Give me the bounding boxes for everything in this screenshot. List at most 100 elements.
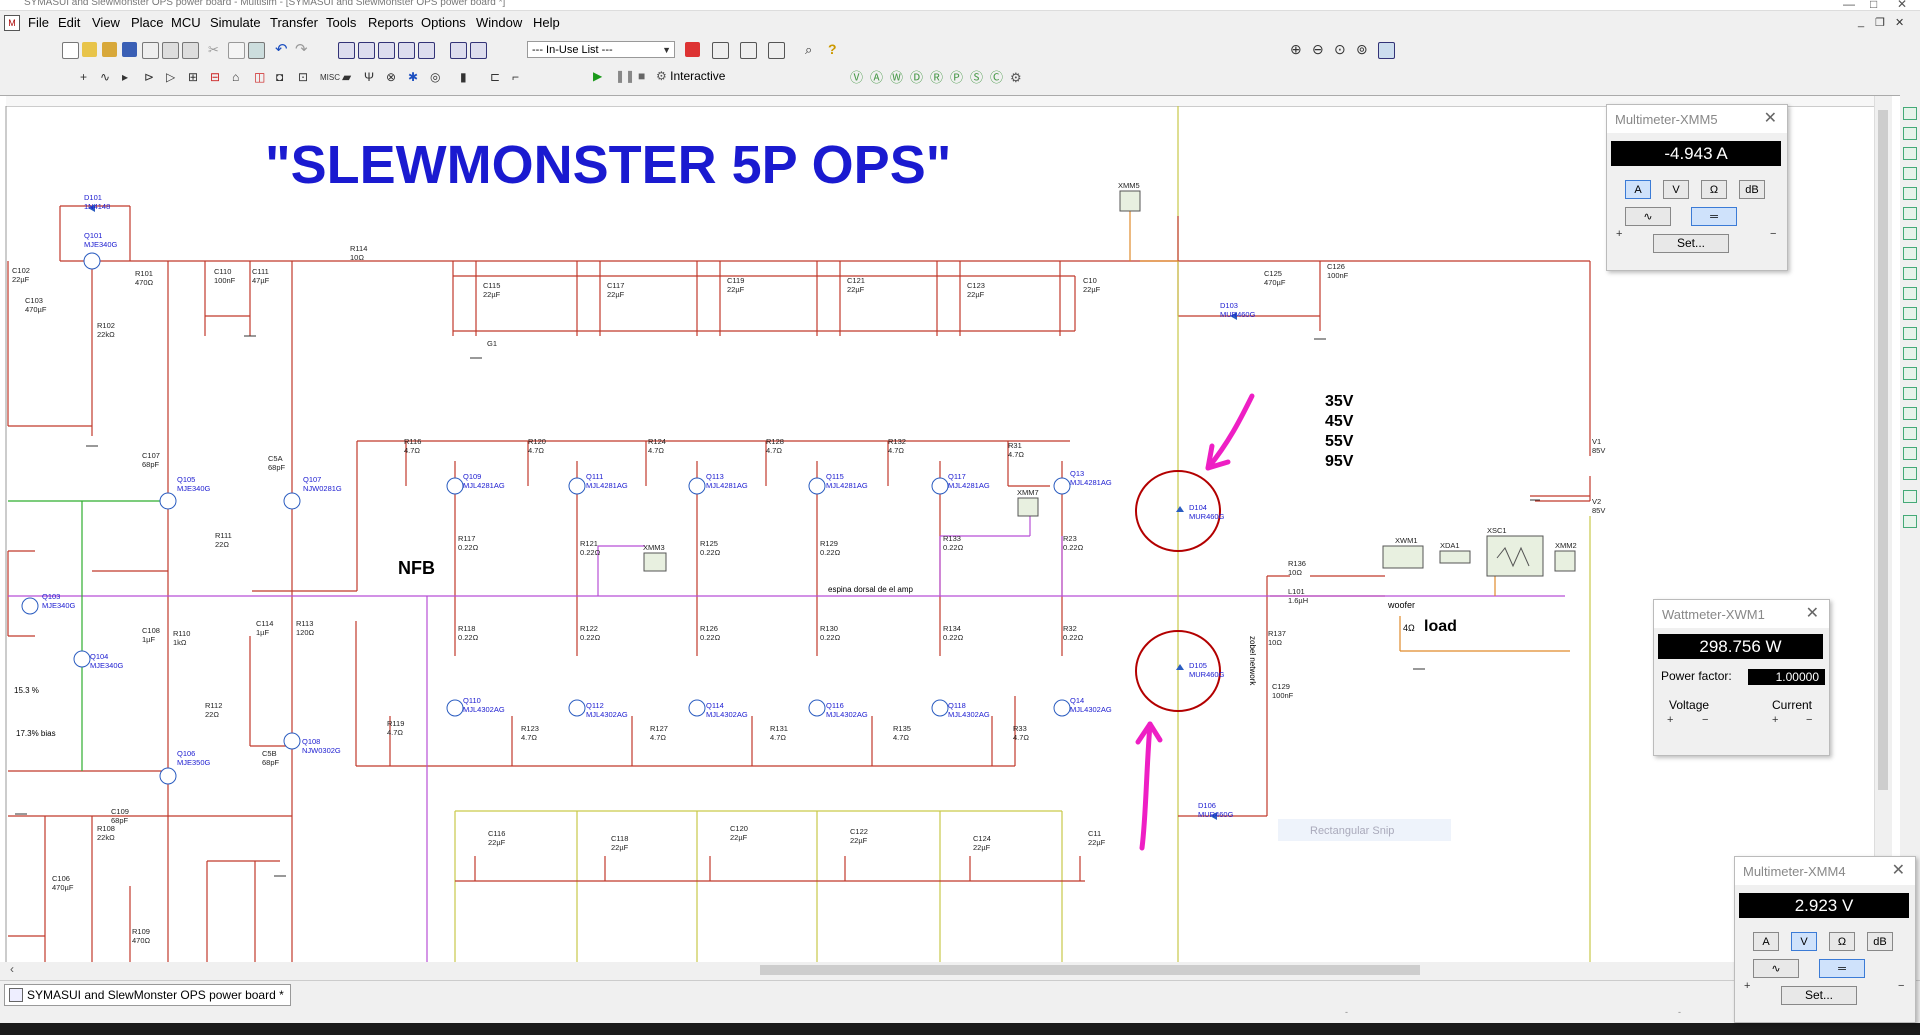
place-connector-icon[interactable]: ◎ <box>430 70 445 85</box>
probe-voltage-icon[interactable]: Ⓥ <box>850 70 865 85</box>
multimeter-tool-icon[interactable] <box>1903 107 1917 120</box>
menu-mcu[interactable]: MCU <box>171 15 201 30</box>
component-ref-q117[interactable]: Q117 <box>948 472 966 481</box>
xmm5-minus-terminal[interactable]: − <box>1770 228 1776 240</box>
component-ref-r128[interactable]: R128 <box>766 437 784 446</box>
place-power-icon[interactable]: ⊡ <box>298 70 313 85</box>
distortion-analyzer-tool-icon[interactable] <box>1903 327 1917 340</box>
component-ref-q14[interactable]: Q14 <box>1070 696 1084 705</box>
xmm5-dc-button[interactable]: ═ <box>1691 207 1737 226</box>
place-mixed-icon[interactable]: ◫ <box>254 70 269 85</box>
backannotate-icon[interactable] <box>740 42 757 59</box>
component-ref-r122[interactable]: R122 <box>580 624 598 633</box>
xmm5-db-button[interactable]: dB <box>1739 180 1765 199</box>
component-ref-r125[interactable]: R125 <box>700 539 718 548</box>
component-ref-c120[interactable]: C120 <box>730 824 748 833</box>
xmm4-volt-button[interactable]: V <box>1791 932 1817 951</box>
pause-icon[interactable]: ❚❚ <box>615 69 635 83</box>
xwm1-voltage-plus-terminal[interactable]: + <box>1667 714 1673 726</box>
tektronix-scope-tool-icon[interactable] <box>1903 447 1917 460</box>
probe-settings-icon[interactable]: Ⓢ <box>970 70 985 85</box>
component-ref-q106[interactable]: Q106 <box>177 749 195 758</box>
print-preview-icon[interactable] <box>142 42 159 59</box>
component-ref-g1[interactable]: G1 <box>487 339 497 348</box>
xmm5-ampere-button[interactable]: A <box>1625 180 1651 199</box>
xmm4-plus-terminal[interactable]: + <box>1744 980 1750 992</box>
component-ref-c102[interactable]: C102 <box>12 266 30 275</box>
component-ref-xwm1[interactable]: XWM1 <box>1395 536 1418 545</box>
wattmeter-xwm1-window[interactable]: Wattmeter-XWM1 ✕ 298.756 W Power factor:… <box>1653 599 1830 756</box>
menu-reports[interactable]: Reports <box>368 15 414 30</box>
place-electromech-icon[interactable]: ⊗ <box>386 70 401 85</box>
component-ref-r135[interactable]: R135 <box>893 724 911 733</box>
xmm4-ampere-button[interactable]: A <box>1753 932 1779 951</box>
place-diode-icon[interactable]: ▸ <box>122 70 137 85</box>
component-ref-r23[interactable]: R23 <box>1063 534 1077 543</box>
horizontal-scrollbar[interactable]: ‹ <box>0 962 1880 978</box>
component-ref-r124[interactable]: R124 <box>648 437 666 446</box>
hierarchical-block-icon[interactable]: ⊏ <box>490 70 505 85</box>
component-ref-c10[interactable]: C10 <box>1083 276 1097 285</box>
save-icon[interactable] <box>122 42 137 57</box>
stop-icon[interactable]: ■ <box>638 69 645 83</box>
full-screen-icon[interactable] <box>1378 42 1395 59</box>
component-ref-r126[interactable]: R126 <box>700 624 718 633</box>
zoom-area-icon[interactable]: ⊙ <box>1334 42 1349 57</box>
spectrum-analyzer-tool-icon[interactable] <box>1903 347 1917 360</box>
component-ref-r123[interactable]: R123 <box>521 724 539 733</box>
component-ref-r116[interactable]: R116 <box>404 437 421 446</box>
close-icon[interactable]: ✕ <box>1897 0 1907 10</box>
place-basic-icon[interactable]: ∿ <box>100 70 115 85</box>
xmm5-ac-button[interactable]: ∿ <box>1625 207 1671 226</box>
xwm1-current-plus-terminal[interactable]: + <box>1772 714 1778 726</box>
component-ref-q104[interactable]: Q104 <box>90 652 108 661</box>
component-ref-q108[interactable]: Q108 <box>302 737 320 746</box>
logic-analyzer-tool-icon[interactable] <box>1903 287 1917 300</box>
xmm4-close-icon[interactable]: ✕ <box>1892 860 1905 880</box>
iv-analyzer-tool-icon[interactable] <box>1903 307 1917 320</box>
component-ref-c111[interactable]: C111 <box>252 267 269 276</box>
component-ref-r102[interactable]: R102 <box>97 321 115 330</box>
component-ref-r134[interactable]: R134 <box>943 624 961 633</box>
mdi-minimize-icon[interactable]: _ <box>1858 16 1864 28</box>
component-ref-c109[interactable]: C109 <box>111 807 129 816</box>
xmm5-ohm-button[interactable]: Ω <box>1701 180 1727 199</box>
menu-options[interactable]: Options <box>421 15 466 30</box>
place-ni-icon[interactable]: ✱ <box>408 70 423 85</box>
agilent-scope-tool-icon[interactable] <box>1903 427 1917 440</box>
in-use-list-select[interactable]: --- In-Use List --- ▼ <box>527 41 675 58</box>
vertical-scrollbar[interactable] <box>1874 96 1892 963</box>
component-ref-c124[interactable]: C124 <box>973 834 991 843</box>
component-ref-d104[interactable]: D104 <box>1189 503 1207 512</box>
component-ref-r101[interactable]: R101 <box>135 269 153 278</box>
word-generator-tool-icon[interactable] <box>1903 247 1917 260</box>
menu-simulate[interactable]: Simulate <box>210 15 261 30</box>
component-ref-c122[interactable]: C122 <box>850 827 868 836</box>
component-ref-q13[interactable]: Q13 <box>1070 469 1084 478</box>
maximize-icon[interactable]: □ <box>1870 0 1877 10</box>
component-ref-q109[interactable]: Q109 <box>463 472 481 481</box>
component-ref-r114[interactable]: R114 <box>350 244 367 253</box>
component-ref-c123[interactable]: C123 <box>967 281 985 290</box>
xmm4-ac-button[interactable]: ∿ <box>1753 959 1799 978</box>
new-icon[interactable] <box>62 42 79 59</box>
place-ttl-icon[interactable]: ⊞ <box>188 70 203 85</box>
component-ref-c11[interactable]: C11 <box>1088 829 1101 838</box>
design-toolbox-icon[interactable] <box>338 42 355 59</box>
component-ref-c107[interactable]: C107 <box>142 451 160 460</box>
xmm5-close-icon[interactable]: ✕ <box>1764 108 1777 128</box>
menu-window[interactable]: Window <box>476 15 522 30</box>
component-ref-r110[interactable]: R110 <box>173 629 190 638</box>
component-ref-r31[interactable]: R31 <box>1008 441 1022 450</box>
oscilloscope-tool-icon[interactable] <box>1903 167 1917 180</box>
labview-tool-icon[interactable] <box>1903 467 1917 480</box>
postprocessor-icon[interactable] <box>418 42 435 59</box>
component-ref-l101[interactable]: L101 <box>1288 587 1305 596</box>
component-ref-r137[interactable]: R137 <box>1268 629 1286 638</box>
probe-settings2-icon[interactable]: Ⓒ <box>990 70 1005 85</box>
menu-place[interactable]: Place <box>131 15 164 30</box>
xmm5-volt-button[interactable]: V <box>1663 180 1689 199</box>
component-ref-q105[interactable]: Q105 <box>177 475 195 484</box>
database-icon[interactable] <box>378 42 395 59</box>
component-ref-xmm7[interactable]: XMM7 <box>1017 488 1039 497</box>
